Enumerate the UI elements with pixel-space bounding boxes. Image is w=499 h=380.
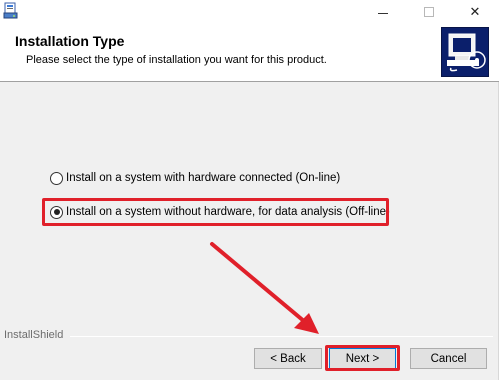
footer-divider [70, 336, 493, 337]
pointer-arrow [210, 242, 319, 334]
installshield-brand: InstallShield [4, 329, 64, 341]
installer-window: ✕ Installation Type Please select the ty… [0, 0, 499, 380]
cancel-button[interactable]: Cancel [410, 348, 487, 369]
next-button-highlight [325, 345, 400, 371]
back-button[interactable]: < Back [254, 348, 322, 369]
